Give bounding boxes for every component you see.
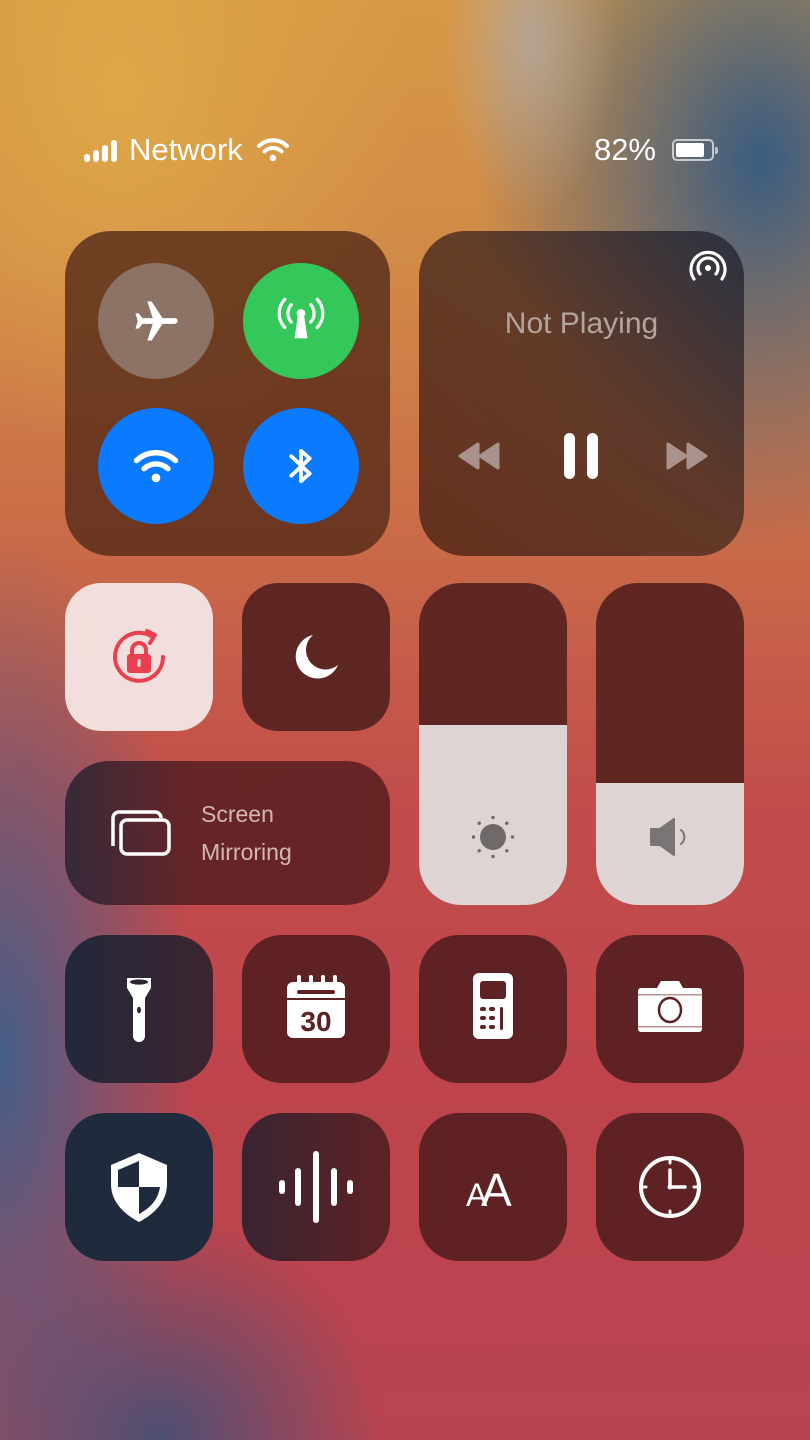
wifi-toggle[interactable] — [98, 408, 214, 524]
security-button[interactable] — [65, 1113, 213, 1261]
screen-mirroring-icon — [111, 810, 171, 856]
battery-fill — [676, 143, 704, 157]
clock-button[interactable] — [596, 1113, 744, 1261]
brightness-icon — [471, 815, 515, 859]
rotation-lock-icon — [113, 629, 165, 683]
shield-icon — [111, 1153, 167, 1222]
calculator-button[interactable] — [419, 935, 567, 1083]
camera-button[interactable] — [596, 935, 744, 1083]
airplane-mode-toggle[interactable] — [98, 263, 214, 379]
clock-icon — [639, 1156, 701, 1218]
calendar-button[interactable]: 30 — [242, 935, 390, 1083]
rewind-button[interactable] — [457, 441, 501, 471]
flashlight-button[interactable] — [65, 935, 213, 1083]
bluetooth-toggle[interactable] — [243, 408, 359, 524]
brightness-slider[interactable] — [419, 583, 567, 905]
text-size-button[interactable]: A A — [419, 1113, 567, 1261]
screen-mirroring-label: Screen Mirroring — [201, 795, 292, 871]
volume-slider[interactable] — [596, 583, 744, 905]
fast-forward-button[interactable] — [665, 441, 709, 471]
screen-mirroring-line1: Screen — [201, 801, 274, 827]
signal-icon — [84, 138, 117, 162]
flashlight-icon — [127, 978, 151, 1042]
waveform-icon — [279, 1151, 353, 1223]
battery-percent: 82% — [593, 132, 656, 167]
screen-mirroring-line2: Mirroring — [201, 839, 292, 865]
brightness-icon-wrap — [419, 815, 567, 859]
status-right: 82% — [593, 132, 718, 168]
cellular-antenna-icon — [277, 297, 325, 339]
airplay-icon[interactable] — [686, 247, 730, 287]
screen-mirroring-button[interactable]: Screen Mirroring — [65, 761, 390, 905]
svg-text:A: A — [481, 1164, 512, 1216]
fast-forward-icon — [666, 442, 708, 470]
do-not-disturb-toggle[interactable] — [242, 583, 390, 731]
text-size-icon: A A — [466, 1164, 512, 1216]
now-playing-panel: Not Playing — [419, 231, 744, 556]
camera-icon — [638, 981, 702, 1032]
battery-icon — [672, 139, 718, 161]
airplane-icon — [135, 301, 178, 341]
media-title: Not Playing — [504, 307, 659, 340]
volume-icon-wrap — [596, 815, 744, 859]
voice-memos-button[interactable] — [242, 1113, 390, 1261]
speaker-icon — [650, 818, 686, 856]
connectivity-panel — [65, 231, 390, 556]
pause-button[interactable] — [557, 431, 605, 481]
wifi-icon — [133, 450, 179, 483]
moon-icon — [295, 635, 338, 679]
calendar-date: 30 — [300, 1006, 331, 1037]
carrier-name: Network — [129, 132, 243, 167]
pause-icon — [564, 433, 598, 479]
status-bar: Network 82% — [84, 128, 718, 172]
calculator-icon — [473, 973, 513, 1039]
orientation-lock-toggle[interactable] — [65, 583, 213, 731]
rewind-icon — [458, 442, 500, 470]
wifi-status-icon — [256, 138, 289, 162]
calendar-icon: 30 — [287, 975, 345, 1038]
status-left: Network — [84, 132, 289, 168]
cellular-data-toggle[interactable] — [243, 263, 359, 379]
bluetooth-icon — [289, 448, 312, 484]
